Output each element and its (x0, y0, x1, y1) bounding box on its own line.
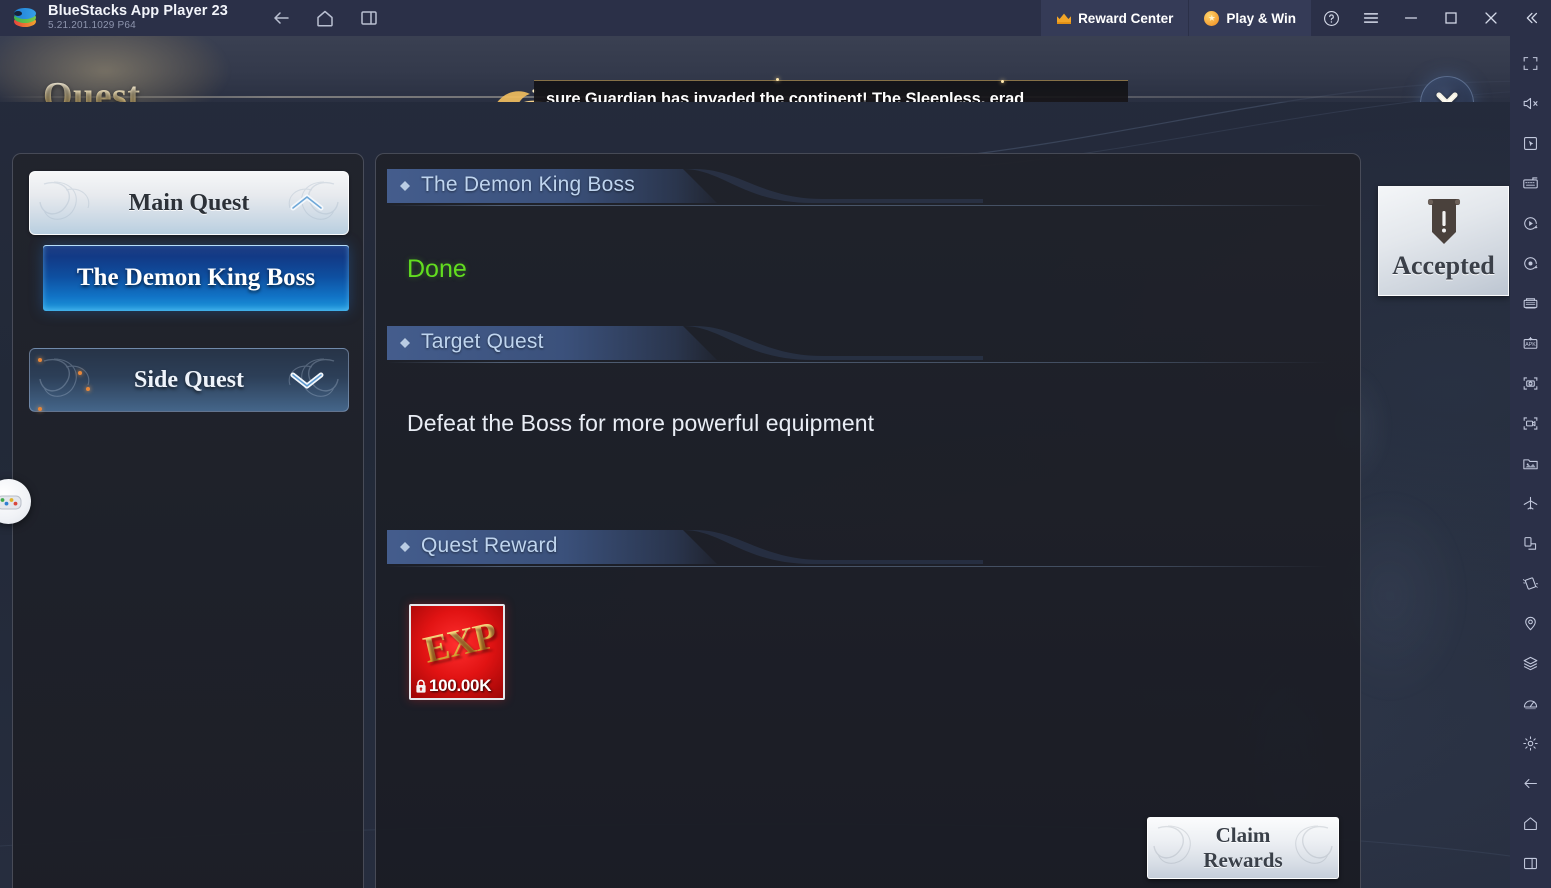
recents-icon[interactable] (358, 7, 380, 29)
exp-amount-row: 100.00K (414, 676, 491, 696)
target-quest-section-label: Target Quest (421, 330, 544, 353)
quest-name-section-label: The Demon King Boss (421, 173, 635, 196)
macro-play-icon[interactable] (1510, 203, 1551, 243)
collapse-sidebar-icon[interactable] (1511, 0, 1551, 36)
help-icon[interactable] (1311, 0, 1351, 36)
shake-icon[interactable] (1510, 563, 1551, 603)
home-icon[interactable] (314, 7, 336, 29)
media-manager-icon[interactable] (1510, 443, 1551, 483)
quest-name-section-header: The Demon King Boss (387, 169, 1328, 206)
sidebar-item-main-quest[interactable]: Main Quest (29, 171, 349, 235)
side-quest-label: Side Quest (133, 366, 244, 393)
chevron-up-icon (290, 194, 324, 211)
page-title: Quest (43, 74, 141, 102)
accepted-status-badge[interactable]: Accepted (1378, 186, 1509, 296)
quest-reward-section-label: Quest Reward (421, 534, 558, 557)
minimize-icon[interactable] (1391, 0, 1431, 36)
fullscreen-icon[interactable] (1510, 43, 1551, 83)
play-and-win-button[interactable]: Play & Win (1189, 0, 1311, 36)
crown-icon (1056, 12, 1072, 24)
svg-text:APK: APK (1525, 341, 1536, 347)
accepted-badge-label: Accepted (1392, 251, 1495, 280)
close-icon[interactable] (1471, 0, 1511, 36)
multi-instance-icon[interactable] (1510, 283, 1551, 323)
chevron-down-icon (290, 372, 324, 389)
keyboard-icon[interactable] (1510, 163, 1551, 203)
android-recents-icon[interactable] (1510, 843, 1551, 883)
lock-icon (416, 679, 426, 693)
titlebar-right-group: Reward Center Play & Win (1041, 0, 1551, 36)
settings-icon[interactable] (1510, 723, 1551, 763)
claim-button-line1: Claim (1215, 823, 1271, 848)
section-tail-decoration (683, 326, 983, 360)
maximize-icon[interactable] (1431, 0, 1471, 36)
layers-icon[interactable] (1510, 643, 1551, 683)
quest-header-band: Quest sure Guardian has invaded the cont… (0, 36, 1510, 102)
coin-icon (1204, 10, 1220, 26)
announcement-marquee: sure Guardian has invaded the continent!… (476, 78, 1128, 102)
rotate-icon[interactable] (1510, 523, 1551, 563)
exp-amount: 100.00K (429, 676, 492, 695)
announcement-text: sure Guardian has invaded the continent!… (546, 89, 1025, 103)
video-record-icon[interactable] (1510, 403, 1551, 443)
app-version: 5.21.201.1029 P64 (48, 20, 136, 32)
window-title-group: BlueStacks App Player 23 5.21.201.1029 P… (48, 3, 228, 32)
knot-ornament-icon (39, 358, 90, 397)
titlebar-nav-group (270, 7, 380, 29)
android-back-icon[interactable] (1510, 763, 1551, 803)
exp-label: EXP (414, 609, 503, 676)
claim-rewards-button[interactable]: Claim Rewards (1147, 817, 1339, 879)
screenshot-icon[interactable] (1510, 363, 1551, 403)
gamepad-icon (0, 495, 21, 509)
bluestacks-tool-rail: APK (1510, 36, 1551, 888)
quest-status: Done (407, 255, 467, 283)
target-quest-section-header: Target Quest (387, 326, 1328, 363)
app-title: BlueStacks App Player 23 (48, 3, 228, 20)
reward-center-label: Reward Center (1078, 10, 1174, 26)
macro-record-icon[interactable] (1510, 243, 1551, 283)
sidebar-item-the-demon-king-boss[interactable]: The Demon King Boss (43, 245, 349, 311)
claim-button-line2: Rewards (1203, 848, 1283, 872)
quest-category-panel: Main Quest The Demon King Boss Side Ques… (12, 153, 364, 888)
quest-reward-section-header: Quest Reward (387, 530, 1328, 567)
bluestacks-titlebar: BlueStacks App Player 23 5.21.201.1029 P… (0, 0, 1551, 36)
knot-ornament-icon (39, 181, 90, 220)
android-home-icon[interactable] (1510, 803, 1551, 843)
reward-center-button[interactable]: Reward Center (1041, 0, 1189, 36)
menu-icon[interactable] (1351, 0, 1391, 36)
install-apk-icon[interactable]: APK (1510, 323, 1551, 363)
section-tail-decoration (683, 530, 983, 564)
target-quest-description: Defeat the Boss for more powerful equipm… (407, 410, 875, 436)
section-tail-decoration (683, 169, 983, 203)
selected-quest-label: The Demon King Boss (76, 264, 316, 291)
game-viewport: Quest sure Guardian has invaded the cont… (0, 36, 1510, 888)
close-x-icon (1436, 92, 1458, 102)
announcement-frame: sure Guardian has invaded the continent!… (534, 80, 1128, 102)
sidebar-item-side-quest[interactable]: Side Quest (29, 348, 349, 412)
main-quest-label: Main Quest (128, 189, 250, 216)
back-icon[interactable] (270, 7, 292, 29)
close-quest-button[interactable] (1420, 76, 1474, 102)
quest-banner-icon (1427, 199, 1460, 244)
quest-detail-panel: The Demon King Boss Done Target Quest De… (375, 153, 1361, 888)
eco-mode-icon[interactable] (1510, 483, 1551, 523)
pointer-icon[interactable] (1510, 123, 1551, 163)
location-icon[interactable] (1510, 603, 1551, 643)
mute-icon[interactable] (1510, 83, 1551, 123)
exp-reward-item[interactable]: EXP 100.00K (409, 604, 505, 700)
play-and-win-label: Play & Win (1226, 10, 1296, 26)
bluestacks-logo-icon (14, 7, 36, 29)
performance-icon[interactable] (1510, 683, 1551, 723)
